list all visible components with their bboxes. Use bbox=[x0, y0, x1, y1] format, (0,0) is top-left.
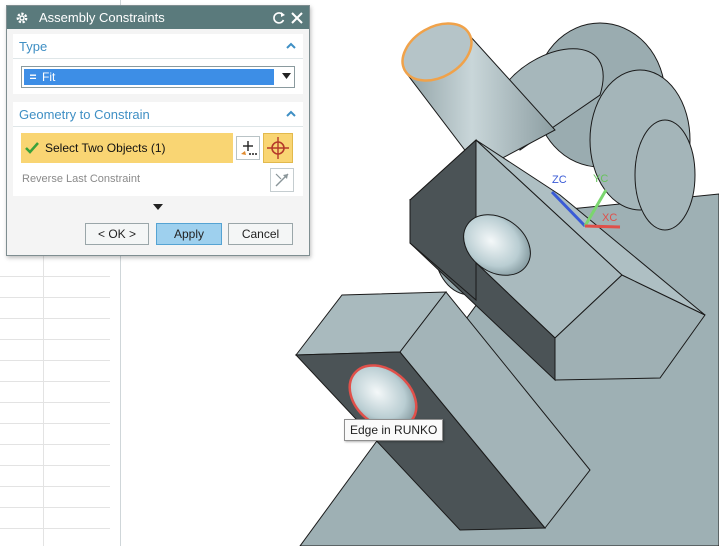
geometry-section: Geometry to Constrain Select Two Objects… bbox=[13, 102, 303, 196]
reverse-last-constraint-label: Reverse Last Constraint bbox=[22, 173, 140, 185]
grid-divider bbox=[43, 255, 44, 546]
dialog-title: Assembly Constraints bbox=[39, 10, 165, 25]
grid-row-line bbox=[0, 444, 110, 445]
type-section: Type = Fit bbox=[13, 34, 303, 94]
gear-icon[interactable] bbox=[15, 11, 29, 25]
grid-row-line bbox=[0, 528, 110, 529]
select-objects-row[interactable]: Select Two Objects (1) bbox=[21, 133, 233, 163]
constraint-type-value-box: = Fit bbox=[24, 69, 274, 85]
reverse-last-constraint-button[interactable] bbox=[270, 168, 294, 192]
caret-down-icon[interactable] bbox=[282, 73, 291, 79]
crosshair-icon bbox=[267, 137, 289, 159]
geometry-section-label: Geometry to Constrain bbox=[19, 106, 150, 122]
grid-row-line bbox=[0, 465, 110, 466]
type-section-label: Type bbox=[19, 38, 48, 54]
grid-row-line bbox=[0, 486, 110, 487]
reset-icon[interactable] bbox=[271, 10, 287, 26]
grid-row-line bbox=[0, 381, 110, 382]
type-section-header[interactable]: Type bbox=[13, 34, 303, 59]
dialog-titlebar[interactable]: Assembly Constraints bbox=[7, 6, 309, 29]
chevron-up-icon[interactable] bbox=[285, 40, 297, 52]
check-icon bbox=[25, 142, 39, 154]
zc-axis-label: ZC bbox=[552, 174, 567, 186]
specify-orientation-button[interactable] bbox=[263, 133, 293, 163]
xc-axis-label: XC bbox=[602, 212, 618, 224]
add-object-button[interactable] bbox=[236, 136, 260, 160]
assembly-constraints-dialog: Assembly Constraints Type = Fit Geometry… bbox=[6, 5, 310, 256]
grid-row-line bbox=[0, 507, 110, 508]
yc-axis-label: YC bbox=[593, 173, 609, 185]
geometry-section-header[interactable]: Geometry to Constrain bbox=[13, 102, 303, 127]
apply-button[interactable]: Apply bbox=[156, 223, 222, 245]
grid-row-line bbox=[0, 402, 110, 403]
constraint-type-select[interactable]: = Fit bbox=[21, 66, 295, 88]
grid-row-line bbox=[0, 360, 110, 361]
ok-button[interactable]: < OK > bbox=[85, 223, 149, 245]
close-icon[interactable] bbox=[289, 10, 305, 26]
fit-symbol: = bbox=[29, 70, 37, 84]
constraint-type-value: Fit bbox=[42, 70, 56, 84]
grid-row-line bbox=[0, 339, 110, 340]
grid-row-line bbox=[0, 297, 110, 298]
select-objects-label: Select Two Objects (1) bbox=[45, 141, 166, 155]
more-options-icon[interactable] bbox=[152, 203, 164, 211]
selection-tooltip: Edge in RUNKO bbox=[344, 419, 444, 441]
grid-row-line bbox=[0, 423, 110, 424]
grid-row-line bbox=[0, 276, 110, 277]
cancel-button[interactable]: Cancel bbox=[228, 223, 293, 245]
grid-row-line bbox=[0, 318, 110, 319]
chevron-up-icon[interactable] bbox=[285, 108, 297, 120]
reverse-icon bbox=[275, 173, 289, 187]
add-object-icon bbox=[241, 141, 257, 155]
xc-axis bbox=[584, 224, 621, 229]
